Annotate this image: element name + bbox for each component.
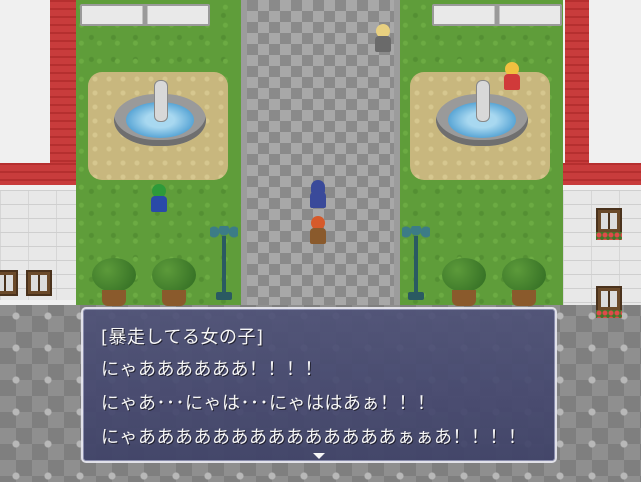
potted-tree bbox=[90, 258, 138, 308]
bench bbox=[80, 4, 210, 26]
message-window[interactable]: [暴走してる女の子] にゃああああああ！！！！ にゃあ･･･にゃは･･･にゃはは… bbox=[81, 307, 557, 463]
green-haired-girl[interactable] bbox=[147, 182, 171, 216]
left-roof bbox=[50, 0, 76, 185]
dialogue-line-2: にゃあ･･･にゃは･･･にゃははあぁ！！！ bbox=[101, 393, 436, 414]
flower-box bbox=[596, 232, 622, 240]
potted-tree bbox=[150, 258, 198, 308]
blonde-girl[interactable] bbox=[500, 60, 524, 94]
left-fountain bbox=[114, 80, 206, 152]
dialogue-line-3: にゃああああああああああああああぁぁあ！！！！ bbox=[101, 427, 527, 448]
flower-box bbox=[596, 310, 622, 318]
witch-npc[interactable] bbox=[306, 178, 330, 212]
potted-tree bbox=[440, 258, 488, 308]
right-fountain bbox=[436, 80, 528, 152]
maid-npc[interactable] bbox=[371, 22, 395, 56]
right-window bbox=[596, 208, 622, 234]
right-window bbox=[596, 286, 622, 312]
player-hero[interactable] bbox=[306, 214, 330, 248]
left-roof-eave bbox=[0, 163, 76, 185]
speaker-name: [暴走してる女の子] bbox=[101, 327, 264, 348]
down-arrow-icon[interactable] bbox=[313, 453, 325, 459]
right-roof bbox=[565, 0, 589, 185]
left-window bbox=[26, 270, 52, 296]
left-window bbox=[0, 270, 18, 296]
bench bbox=[432, 4, 562, 26]
potted-tree bbox=[500, 258, 548, 308]
right-roof-eave bbox=[563, 163, 641, 185]
dialogue-line-1: にゃああああああ！！！！ bbox=[101, 359, 323, 380]
